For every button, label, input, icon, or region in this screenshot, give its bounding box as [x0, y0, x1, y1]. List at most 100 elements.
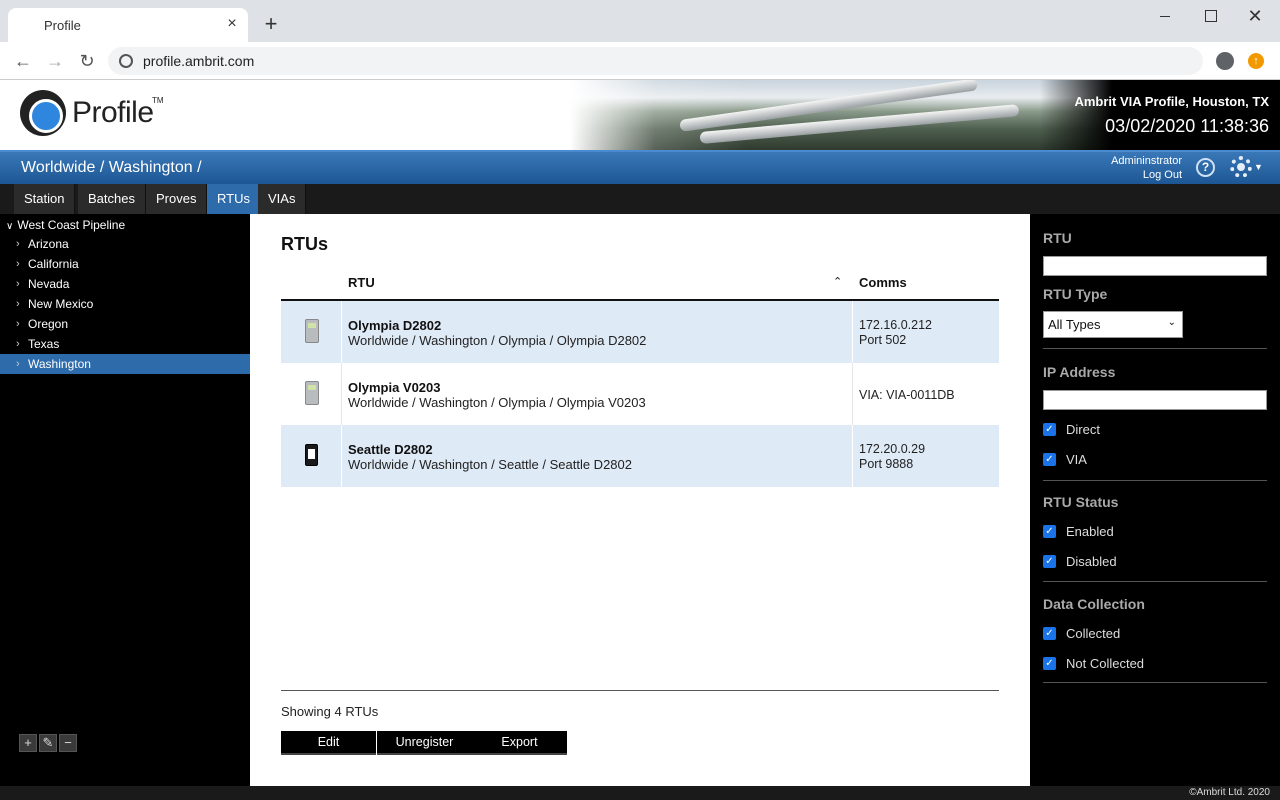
- collected-label: Collected: [1066, 626, 1121, 641]
- tree-item-new-mexico[interactable]: › New Mexico: [0, 294, 250, 314]
- close-tab-icon[interactable]: ×: [224, 16, 240, 32]
- rtu-path: Worldwide / Washington / Olympia / Olymp…: [348, 395, 646, 410]
- filter-ip-label: IP Address: [1043, 364, 1116, 380]
- tab-station[interactable]: Station: [14, 184, 76, 214]
- chevron-right-icon[interactable]: ›: [16, 234, 20, 254]
- tree-item-california[interactable]: › California: [0, 254, 250, 274]
- export-button[interactable]: Export: [472, 731, 567, 755]
- tab-rtus[interactable]: RTUs: [207, 184, 261, 214]
- via-checkbox[interactable]: ✓: [1043, 453, 1056, 466]
- rtu-filter-input[interactable]: [1043, 256, 1267, 276]
- column-divider: [852, 425, 853, 487]
- breadcrumb[interactable]: Worldwide / Washington /: [21, 159, 202, 177]
- tree-item-washington[interactable]: › Washington: [0, 354, 250, 374]
- rtu-name: Olympia D2802: [348, 318, 442, 333]
- rtu-type-select[interactable]: All Types ⌄: [1043, 311, 1183, 338]
- logout-link[interactable]: Log Out: [1143, 169, 1182, 181]
- not-collected-checkbox[interactable]: ✓: [1043, 657, 1056, 670]
- main-tabs: Station Batches Proves RTUs VIAs: [0, 184, 1280, 214]
- new-tab-icon[interactable]: +: [260, 13, 282, 35]
- chevron-right-icon[interactable]: ›: [16, 254, 20, 274]
- tree-item-label: California: [28, 257, 79, 271]
- maximize-icon[interactable]: [1195, 6, 1225, 26]
- profile-logo-icon: [20, 90, 66, 136]
- disabled-checkbox[interactable]: ✓: [1043, 555, 1056, 568]
- chevron-right-icon[interactable]: ›: [16, 314, 20, 334]
- tree-item-label: Arizona: [28, 237, 69, 251]
- record-count: Showing 4 RTUs: [281, 704, 379, 719]
- edit-button[interactable]: Edit: [281, 731, 376, 755]
- tree-item-texas[interactable]: › Texas: [0, 334, 250, 354]
- chevron-right-icon[interactable]: ›: [16, 354, 20, 374]
- remove-icon[interactable]: −: [59, 734, 77, 752]
- minimize-icon[interactable]: [1150, 6, 1180, 26]
- logo-text: Profile: [72, 96, 154, 129]
- table-row[interactable]: Seattle D2802 Worldwide / Washington / S…: [281, 425, 999, 487]
- add-icon[interactable]: +: [19, 734, 37, 752]
- copyright: ©Ambrit Ltd. 2020: [1189, 787, 1270, 798]
- app-header: Profile TM Ambrit VIA Profile, Houston, …: [0, 80, 1280, 150]
- table-row[interactable]: Olympia D2802 Worldwide / Washington / O…: [281, 301, 999, 363]
- column-divider: [852, 301, 853, 363]
- column-header-comms[interactable]: Comms: [859, 275, 907, 290]
- rtu-panel: RTUs RTU ⌃ Comms Olympia D2802 Worldwide…: [250, 214, 1030, 786]
- tab-proves[interactable]: Proves: [146, 184, 208, 214]
- chevron-down-icon[interactable]: ▼: [1254, 162, 1263, 172]
- chevron-down-icon: ⌄: [1167, 317, 1176, 328]
- unregister-button[interactable]: Unregister: [377, 731, 472, 755]
- browser-toolbar: ← → ↻ profile.ambrit.com ↑: [0, 42, 1280, 80]
- forward-icon[interactable]: →: [44, 50, 66, 72]
- tree-item-label: Texas: [28, 337, 60, 351]
- tab-vias[interactable]: VIAs: [258, 184, 307, 214]
- chevron-right-icon[interactable]: ›: [16, 294, 20, 314]
- phone-device-icon: [305, 444, 318, 466]
- url-text: profile.ambrit.com: [143, 53, 255, 69]
- filter-panel: RTU RTU Type All Types ⌄ IP Address ✓ Di…: [1030, 214, 1280, 786]
- tree-root[interactable]: ∨ West Coast Pipeline: [6, 218, 125, 232]
- gear-icon[interactable]: [1230, 156, 1252, 178]
- direct-checkbox[interactable]: ✓: [1043, 423, 1056, 436]
- rtu-type-selected: All Types: [1048, 317, 1101, 332]
- edit-pencil-icon[interactable]: ✎: [39, 734, 57, 752]
- chevron-right-icon[interactable]: ›: [16, 274, 20, 294]
- browser-tab-title: Profile: [44, 18, 81, 33]
- column-divider: [341, 363, 342, 425]
- browser-tab[interactable]: Profile ×: [8, 8, 248, 42]
- column-divider: [852, 363, 853, 425]
- filter-divider: [1043, 581, 1267, 582]
- tree-item-nevada[interactable]: › Nevada: [0, 274, 250, 294]
- trademark-mark: TM: [152, 96, 164, 105]
- enabled-checkbox[interactable]: ✓: [1043, 525, 1056, 538]
- filter-divider: [1043, 480, 1267, 481]
- close-window-icon[interactable]: ✕: [1240, 6, 1270, 26]
- column-header-rtu[interactable]: RTU: [348, 275, 375, 290]
- table-row[interactable]: Olympia V0203 Worldwide / Washington / O…: [281, 363, 999, 425]
- sort-ascending-icon[interactable]: ⌃: [833, 275, 842, 288]
- tree-item-arizona[interactable]: › Arizona: [0, 234, 250, 254]
- chevron-down-icon[interactable]: ∨: [6, 221, 13, 232]
- ip-address-input[interactable]: [1043, 390, 1267, 410]
- banner-shade: [1040, 80, 1280, 150]
- status-bar: ©Ambrit Ltd. 2020: [0, 786, 1280, 800]
- rtu-table-header: RTU ⌃ Comms: [281, 268, 999, 301]
- column-divider: [341, 425, 342, 487]
- site-info-icon[interactable]: [119, 54, 133, 68]
- address-bar[interactable]: profile.ambrit.com: [108, 47, 1203, 75]
- tree-item-oregon[interactable]: › Oregon: [0, 314, 250, 334]
- user-name: Admininstrator: [1111, 155, 1182, 167]
- update-icon[interactable]: ↑: [1248, 53, 1264, 69]
- tree-root-label: West Coast Pipeline: [17, 218, 126, 232]
- tab-batches[interactable]: Batches: [78, 184, 146, 214]
- enabled-label: Enabled: [1066, 524, 1114, 539]
- back-icon[interactable]: ←: [12, 50, 34, 72]
- collected-checkbox[interactable]: ✓: [1043, 627, 1056, 640]
- rtu-name: Seattle D2802: [348, 442, 433, 457]
- help-icon[interactable]: ?: [1196, 158, 1215, 177]
- reload-icon[interactable]: ↻: [76, 50, 98, 72]
- column-divider: [341, 301, 342, 363]
- disabled-label: Disabled: [1066, 554, 1117, 569]
- chevron-right-icon[interactable]: ›: [16, 334, 20, 354]
- rtu-comms-address: 172.16.0.212: [859, 318, 932, 332]
- account-icon[interactable]: [1216, 52, 1234, 70]
- via-label: VIA: [1066, 452, 1087, 467]
